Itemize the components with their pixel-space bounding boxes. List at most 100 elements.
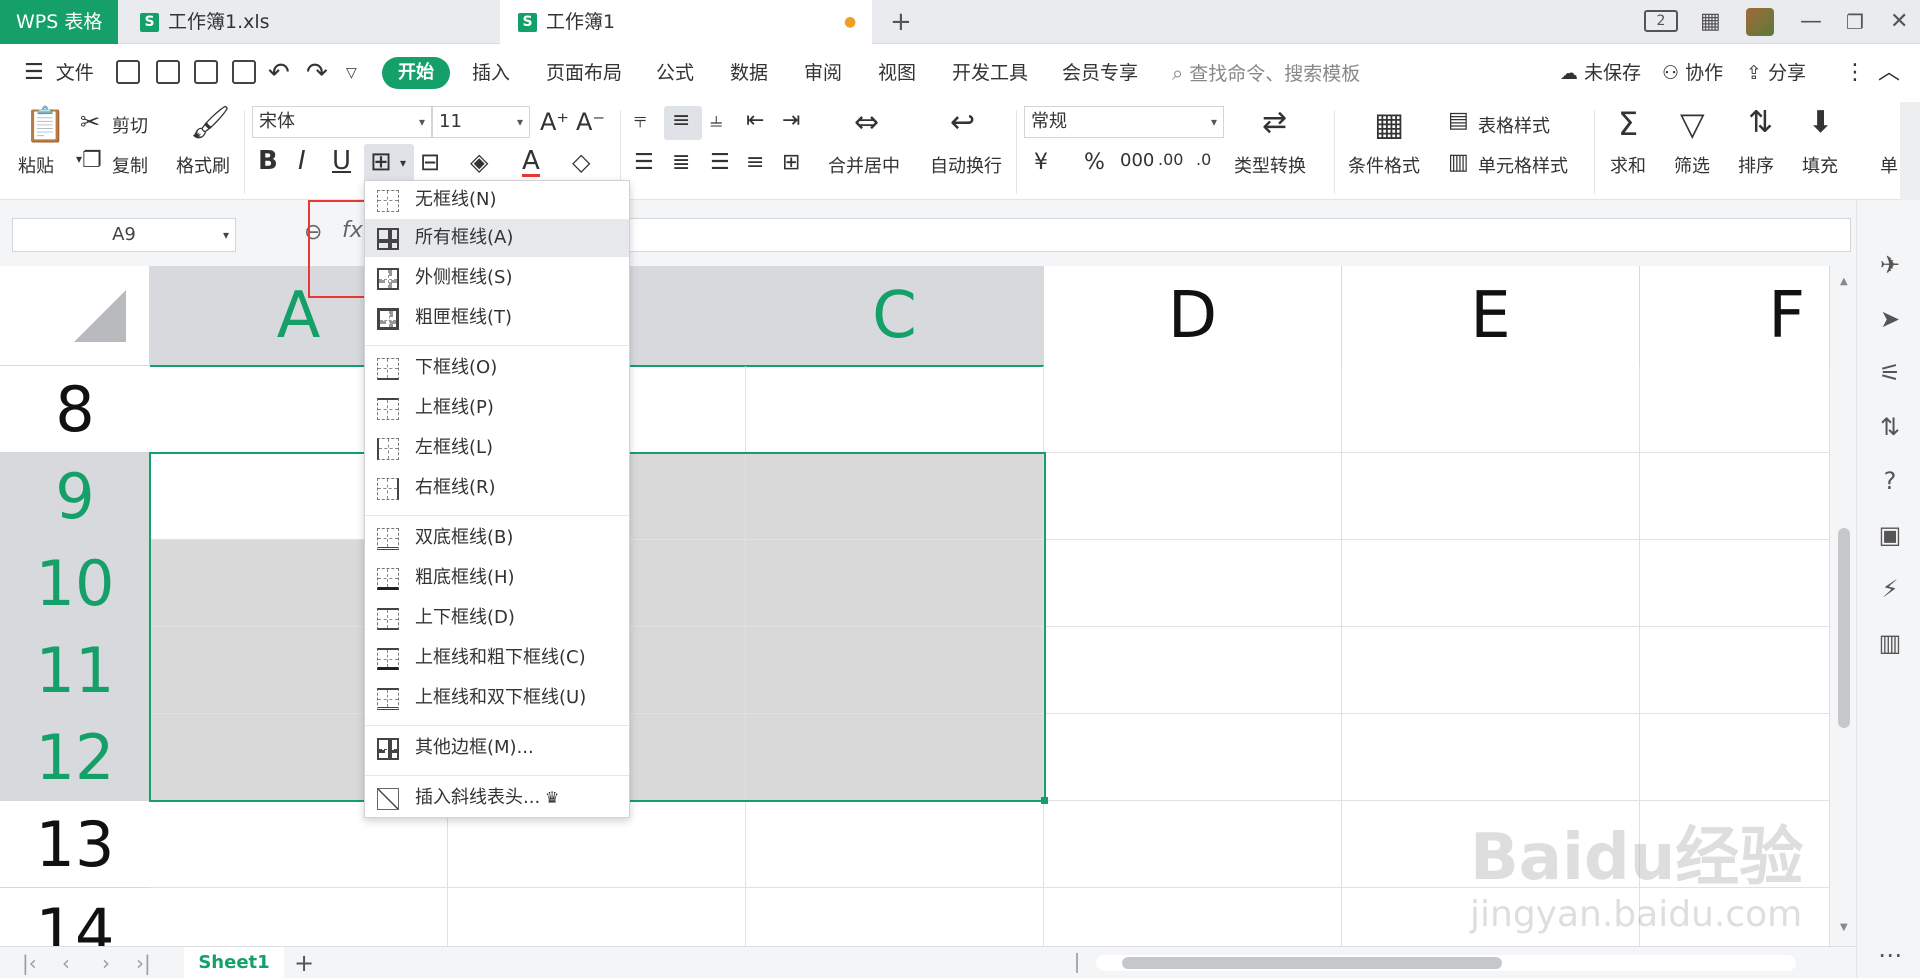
align-middle-button[interactable]: ≡ [664, 106, 702, 140]
transfer-icon[interactable]: ⇅ [1877, 414, 1903, 440]
menu-item-more-borders[interactable]: 其他边框(M)... [365, 729, 629, 767]
fill-handle[interactable] [1041, 797, 1048, 804]
align-top-icon[interactable]: ⫧ [634, 110, 646, 132]
grid-cell[interactable] [746, 714, 1044, 801]
grid-cell[interactable] [1044, 888, 1342, 946]
grid-cell[interactable] [746, 627, 1044, 714]
row-header-14[interactable]: 14 [0, 888, 150, 946]
column-header-f[interactable]: F [1640, 266, 1830, 366]
file-menu[interactable]: ☰ 文件 [24, 44, 94, 102]
fill-button[interactable]: 填充 [1802, 152, 1838, 178]
image-icon[interactable]: ▣ [1877, 522, 1903, 548]
select-all-corner[interactable] [0, 266, 150, 366]
distribute-icon[interactable]: ⊞ [782, 152, 800, 174]
align-center-icon[interactable]: ≣ [672, 152, 690, 174]
sort-button[interactable]: 排序 [1738, 152, 1774, 178]
page-count-icon[interactable]: 2 [1644, 10, 1678, 32]
grid-cell[interactable] [746, 888, 1044, 946]
grid-cell[interactable] [1342, 627, 1640, 714]
menu-item-all-borders[interactable]: 所有框线(A) [365, 219, 629, 257]
row-header-8[interactable]: 8 [0, 366, 150, 453]
row-header-11[interactable]: 11 [0, 627, 150, 714]
decrease-font-icon[interactable]: A⁻ [576, 110, 605, 134]
row-header-9[interactable]: 9 [0, 453, 150, 540]
quick-access-dropdown-icon[interactable]: ▽ [346, 44, 357, 102]
filter-button[interactable]: 筛选 [1674, 152, 1710, 178]
align-right-icon[interactable]: ☰ [710, 152, 730, 174]
minimize-icon[interactable]: — [1800, 0, 1822, 44]
row-header-12[interactable]: 12 [0, 714, 150, 801]
menu-item-bottom-border[interactable]: 下框线(O) [365, 349, 629, 387]
last-sheet-icon[interactable]: ›| [136, 947, 151, 979]
grid-cell[interactable] [1640, 714, 1830, 801]
vertical-scrollbar[interactable]: ▲ ▼ [1830, 266, 1856, 946]
column-header-d[interactable]: D [1044, 266, 1342, 366]
italic-icon[interactable]: I [298, 148, 306, 174]
lightning-icon[interactable]: ⚡ [1877, 576, 1903, 602]
increase-decimal-icon[interactable]: .00 [1158, 152, 1183, 168]
column-header-e[interactable]: E [1342, 266, 1640, 366]
table-style-button[interactable]: 表格样式 [1478, 112, 1550, 138]
grid-cell[interactable] [448, 888, 746, 946]
close-icon[interactable]: ✕ [1890, 0, 1908, 44]
undo-icon[interactable]: ↶ [268, 44, 290, 102]
grid-cell[interactable] [746, 366, 1044, 453]
tab-home[interactable]: 开始 [382, 57, 450, 89]
ribbon-scroll[interactable] [1900, 102, 1920, 200]
tab-formula[interactable]: 公式 [656, 44, 694, 102]
horizontal-scrollbar[interactable] [1096, 955, 1796, 971]
border-button[interactable]: ⊞ ▾ [364, 144, 414, 182]
help-icon[interactable]: ? [1877, 468, 1903, 494]
avatar[interactable] [1746, 8, 1774, 36]
conditional-format-button[interactable]: 条件格式 [1348, 152, 1420, 178]
restore-icon[interactable]: ❐ [1846, 0, 1864, 44]
menu-item-top-double-bottom-border[interactable]: 上框线和双下框线(U) [365, 679, 629, 717]
new-tab-button[interactable]: + [890, 0, 912, 44]
print-preview-icon[interactable] [232, 60, 256, 84]
paste-button[interactable]: 粘贴 [18, 152, 54, 178]
menu-item-no-border[interactable]: 无框线(N) [365, 181, 629, 219]
increase-indent-icon[interactable]: ⇥ [782, 110, 800, 132]
tab-data[interactable]: 数据 [730, 44, 768, 102]
redo-icon[interactable]: ↷ [306, 44, 328, 102]
justify-icon[interactable]: ≡ [746, 152, 764, 174]
cursor-icon[interactable]: ➤ [1877, 306, 1903, 332]
cell-style-quick-icon[interactable]: ⊟ [420, 150, 440, 174]
scroll-thumb[interactable] [1838, 528, 1850, 728]
increase-font-icon[interactable]: A⁺ [540, 110, 569, 134]
decrease-decimal-icon[interactable]: .0 [1196, 152, 1211, 168]
grid-cell[interactable] [1342, 714, 1640, 801]
fill-color-icon[interactable]: ◈ [470, 150, 488, 174]
bold-icon[interactable]: B [258, 148, 278, 174]
thousands-icon[interactable]: 000 [1120, 152, 1154, 170]
first-sheet-icon[interactable]: |‹ [22, 947, 37, 979]
underline-icon[interactable]: U [332, 148, 351, 174]
number-format-select[interactable]: 常规 ▾ [1024, 106, 1224, 138]
grid-cell[interactable] [1640, 627, 1830, 714]
sum-button[interactable]: 求和 [1610, 152, 1646, 178]
row-header-13[interactable]: 13 [0, 801, 150, 888]
next-sheet-icon[interactable]: › [102, 947, 110, 979]
copy-button[interactable]: 复制 [112, 152, 148, 178]
grid-cell[interactable] [150, 888, 448, 946]
more-icon[interactable]: ⋮ [1844, 44, 1866, 102]
font-color-icon[interactable]: A [522, 148, 540, 177]
tab-workbook-active[interactable]: S 工作簿1 ● [500, 0, 872, 44]
menu-item-diagonal-header[interactable]: 插入斜线表头... ♛ [365, 779, 629, 817]
wps-app-tab[interactable]: WPS 表格 [0, 0, 118, 44]
merge-center-button[interactable]: 合并居中 [828, 152, 900, 178]
type-convert-button[interactable]: 类型转换 [1234, 152, 1306, 178]
currency-icon[interactable]: ¥ [1034, 152, 1048, 174]
format-painter-button[interactable]: 格式刷 [176, 152, 230, 178]
collapse-ribbon-icon[interactable]: ︿ [1878, 44, 1900, 102]
menu-item-top-border[interactable]: 上框线(P) [365, 389, 629, 427]
prev-sheet-icon[interactable]: ‹ [62, 947, 70, 979]
grid-cell[interactable] [1044, 366, 1342, 453]
splitter-handle[interactable] [1076, 953, 1082, 973]
grid-cell[interactable] [1044, 453, 1342, 540]
grid-cell[interactable] [1044, 627, 1342, 714]
horizontal-scroll-thumb[interactable] [1122, 957, 1502, 969]
scroll-up-icon[interactable]: ▲ [1840, 276, 1848, 287]
tab-view[interactable]: 视图 [878, 44, 916, 102]
grid-cell[interactable] [1342, 366, 1640, 453]
